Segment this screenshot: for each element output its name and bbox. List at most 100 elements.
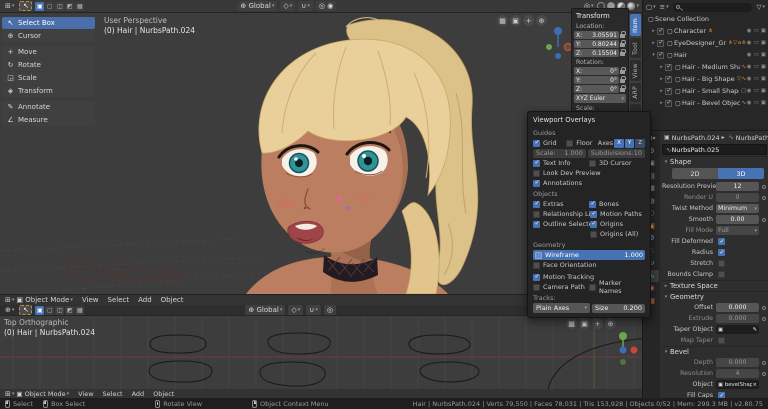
menu-view[interactable]: View bbox=[78, 390, 93, 398]
tool-rotate[interactable]: ↻ Rotate bbox=[2, 59, 95, 71]
axis-z-toggle[interactable]: Z bbox=[635, 138, 645, 148]
snap-magnet-dropdown[interactable]: ∪ ▾ bbox=[298, 1, 313, 11]
wireframe-row[interactable]: Wireframe 1.000 bbox=[533, 250, 645, 260]
pan-hand-icon[interactable]: + bbox=[592, 318, 603, 329]
keyframe-dot[interactable] bbox=[762, 305, 766, 310]
tool-select-box[interactable]: ↖ Select Box bbox=[2, 17, 95, 29]
mode-dropdown[interactable]: ▣ Object Mode ▾ bbox=[16, 390, 69, 398]
grid-subdivisions-field[interactable]: Subdivisions: 10 bbox=[587, 148, 645, 158]
outliner-row-hair-big[interactable]: ▸▢ Hair - Big Shapes▽∿ ◉▭▣ bbox=[644, 73, 767, 85]
texture-space-section-header[interactable]: ▸ Texture Space bbox=[662, 280, 767, 291]
tool-scale[interactable]: ◲ Scale bbox=[2, 72, 95, 84]
extrude-field[interactable]: 0.000 bbox=[716, 314, 759, 323]
camera-view-icon[interactable]: ▣ bbox=[579, 318, 590, 329]
mode-icon-4[interactable]: ◩ bbox=[65, 1, 75, 11]
location-y-row[interactable]: Y: 0.80244 bbox=[574, 40, 626, 48]
visibility-icons[interactable]: ◉ ▭ ▣ bbox=[747, 88, 767, 94]
visibility-icons[interactable]: ◉ ▭ ▣ bbox=[747, 100, 767, 106]
bounds-clamp-checkbox[interactable] bbox=[718, 271, 725, 278]
geometry-section-header[interactable]: ▾ Geometry bbox=[662, 291, 767, 302]
transform-orientation-dropdown[interactable]: ⊕ Global ▾ bbox=[245, 305, 286, 315]
taper-object-field[interactable]: ▣ ✎ bbox=[716, 325, 759, 334]
collection-checkbox[interactable] bbox=[665, 87, 672, 95]
mode-icon-3[interactable]: ◫ bbox=[55, 1, 65, 11]
keyframe-dot[interactable] bbox=[762, 195, 766, 200]
outliner-row-hair-medium[interactable]: ▸▢ Hair - Medium Shapes∿ ◉▭▣ bbox=[644, 61, 767, 73]
mode-icon-5[interactable]: ▦ bbox=[75, 305, 85, 315]
navigation-gizmo[interactable] bbox=[612, 330, 638, 370]
tracks-type-dropdown[interactable]: Plain Axes ▾ bbox=[533, 303, 590, 313]
look-dev-checkbox[interactable]: Look Dev Preview bbox=[533, 169, 645, 177]
navigation-gizmo[interactable] bbox=[544, 25, 572, 61]
tab-view[interactable]: View bbox=[630, 60, 641, 81]
lock-icon[interactable] bbox=[619, 85, 626, 92]
lock-icon[interactable] bbox=[619, 67, 626, 74]
mode-icon-2[interactable]: ▢ bbox=[45, 305, 55, 315]
lock-icon[interactable] bbox=[619, 76, 626, 83]
pivot-point-dropdown[interactable]: ◇ ▾ bbox=[288, 305, 304, 315]
tool-measure[interactable]: ∠ Measure bbox=[2, 114, 95, 126]
fill-mode-dropdown[interactable]: Full ▾ bbox=[716, 226, 759, 235]
origins-checkbox[interactable]: Origins bbox=[590, 220, 645, 228]
grid-scale-field[interactable]: Scale: 1.000 bbox=[533, 148, 586, 158]
rotation-mode-dropdown[interactable]: XYZ Euler ▾ bbox=[574, 94, 626, 103]
menu-select[interactable]: Select bbox=[103, 390, 123, 398]
tool-move[interactable]: + Move bbox=[2, 46, 95, 58]
outliner-filter-icon[interactable]: ▢ ▾ bbox=[644, 3, 658, 11]
camera-view-icon[interactable]: ▣ bbox=[510, 15, 521, 26]
annotations-checkbox[interactable]: Annotations bbox=[533, 179, 645, 187]
offset-field[interactable]: 0.000 bbox=[716, 303, 759, 312]
outliner-row-hair-bevel[interactable]: ▸▢ Hair - Bevel Objects∿ ◉▭▣ bbox=[644, 97, 767, 109]
floor-checkbox[interactable]: Floor bbox=[566, 139, 597, 147]
3d-button[interactable]: 3D bbox=[718, 168, 764, 179]
outliner-funnel-filter-icon[interactable]: ▽ ▾ bbox=[754, 3, 767, 11]
keyframe-dot[interactable] bbox=[762, 316, 766, 321]
outliner-row-hair[interactable]: ▾▢ Hair ◉▭▣ bbox=[644, 49, 767, 61]
axis-y-toggle[interactable]: Y bbox=[624, 138, 635, 148]
clear-x-icon[interactable]: × bbox=[752, 382, 757, 388]
marker-names-checkbox[interactable]: Marker Names bbox=[589, 279, 645, 295]
face-orientation-checkbox[interactable]: Face Orientation bbox=[533, 261, 645, 269]
bones-checkbox[interactable]: Bones bbox=[589, 200, 645, 208]
location-z-row[interactable]: Z: 0.15504 bbox=[574, 49, 626, 57]
collection-checkbox[interactable] bbox=[665, 63, 672, 71]
outliner-row-character[interactable]: ▸▢ Character⋔ ◉▭▣ bbox=[644, 25, 767, 37]
text-info-checkbox[interactable]: Text Info bbox=[533, 159, 589, 167]
axis-x-toggle[interactable]: X bbox=[614, 138, 624, 148]
tracks-size-field[interactable]: Size 0.200 bbox=[592, 303, 645, 313]
radius-checkbox[interactable] bbox=[718, 249, 725, 256]
bevel-resolution-field[interactable]: 4 bbox=[716, 369, 759, 378]
collection-checkbox[interactable] bbox=[657, 51, 664, 59]
outliner-search-input[interactable] bbox=[672, 2, 753, 12]
mode-icon-3[interactable]: ◫ bbox=[55, 305, 65, 315]
pan-hand-icon[interactable]: + bbox=[523, 15, 534, 26]
bevel-section-header[interactable]: ▾ Bevel bbox=[662, 346, 767, 357]
lock-icon[interactable] bbox=[619, 49, 626, 56]
top-orthographic-viewport[interactable]: Top Orthographic (0) Hair | NurbsPath.02… bbox=[0, 316, 642, 389]
visibility-icons[interactable]: ◉ ▭ ▣ bbox=[747, 52, 767, 58]
keyframe-dot[interactable] bbox=[762, 371, 766, 376]
outline-selected-checkbox[interactable]: Outline Selected bbox=[533, 220, 590, 228]
menu-object[interactable]: Object bbox=[161, 296, 184, 304]
twist-method-dropdown[interactable]: Minimum ▾ bbox=[716, 204, 759, 213]
rotation-z-row[interactable]: Z: 0° bbox=[574, 85, 626, 93]
bevel-object-field[interactable]: ▣ bevelShape_3.001× bbox=[716, 380, 759, 389]
mode-icon-1[interactable]: ▣ bbox=[35, 305, 45, 315]
proportional-edit-icon[interactable]: ◎ ◉ bbox=[315, 1, 337, 11]
collection-checkbox[interactable] bbox=[665, 99, 672, 107]
datablock-name-field[interactable]: ∿ NurbsPath.025 bbox=[662, 144, 767, 155]
2d-button[interactable]: 2D bbox=[672, 168, 718, 179]
active-tool-select-box-icon[interactable]: ↖ bbox=[19, 305, 33, 315]
tab-tool[interactable]: Tool bbox=[630, 38, 641, 58]
visibility-icons[interactable]: ◉ ▭ ▣ bbox=[747, 40, 767, 46]
visibility-icons[interactable]: ◉ ▭ ▣ bbox=[747, 76, 767, 82]
menu-view[interactable]: View bbox=[82, 296, 99, 304]
snap-magnet-dropdown[interactable]: ∪ ▾ bbox=[306, 305, 321, 315]
menu-add[interactable]: Add bbox=[138, 296, 152, 304]
keyframe-dot[interactable] bbox=[762, 217, 766, 222]
outliner-row-eyedesigner[interactable]: ▸▢ EyeDesigner_Group⋔▽a⋔ ◉▭▣ bbox=[644, 37, 767, 49]
tool-annotate[interactable]: ✎ Annotate bbox=[2, 101, 95, 113]
active-tool-select-box-icon[interactable]: ↖ bbox=[19, 1, 33, 11]
lock-icon[interactable] bbox=[619, 31, 626, 38]
camera-path-checkbox[interactable]: Camera Path bbox=[533, 283, 589, 291]
